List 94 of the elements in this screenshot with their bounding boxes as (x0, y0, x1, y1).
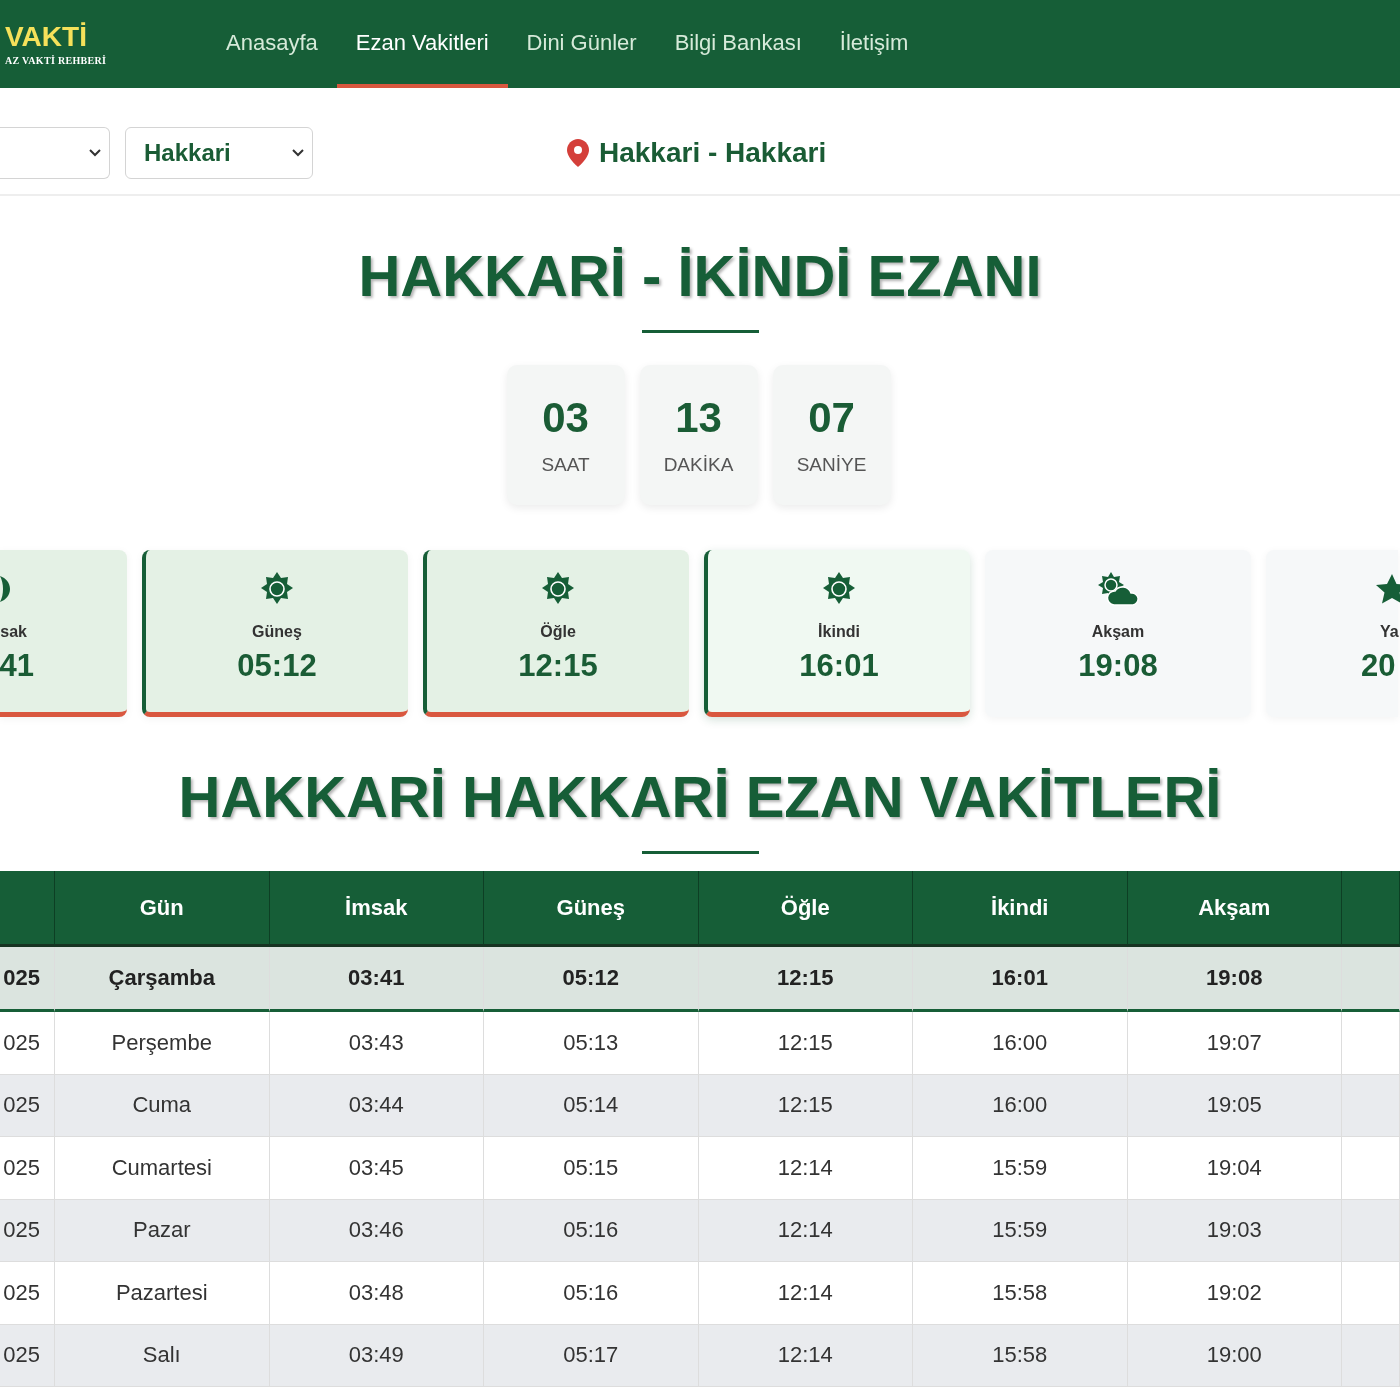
district-select[interactable]: Hakkari (125, 127, 313, 179)
prayer-time: 19:08 (1078, 648, 1158, 684)
time-cell: 15:59 (913, 1137, 1128, 1200)
column-header: Öğle (698, 871, 913, 947)
day-cell: Cuma (55, 1074, 270, 1137)
map-pin-icon (567, 139, 589, 167)
sun-icon (822, 572, 856, 606)
sun-cloud-icon (1097, 572, 1139, 606)
time-cell: 19:04 (1127, 1137, 1342, 1200)
time-cell: 05:16 (484, 1262, 699, 1325)
time-cell: 12:15 (698, 1074, 913, 1137)
time-cell: 05:15 (484, 1137, 699, 1200)
time-cell: 19:08 (1127, 947, 1342, 1012)
prayer-time: 20 (1361, 648, 1396, 684)
time-cell: 16:00 (913, 1074, 1128, 1137)
chevron-down-icon (89, 149, 101, 157)
time-cell: 03:41 (269, 947, 484, 1012)
date-cell: 025 (0, 1074, 55, 1137)
logo-title[interactable]: VAKTİ (5, 22, 87, 52)
nav-link[interactable]: İletişim (820, 2, 928, 88)
prayer-time: 12:15 (518, 648, 598, 684)
time-cell: 12:14 (698, 1324, 913, 1387)
time-cell: 05:17 (484, 1324, 699, 1387)
prayer-time: 16:01 (799, 648, 879, 684)
countdown-unit: SANİYE (796, 454, 867, 476)
time-cell: 12:15 (698, 1012, 913, 1075)
date-cell: 025 (0, 1262, 55, 1325)
countdown-value: 07 (808, 394, 855, 442)
sun-icon (260, 572, 294, 606)
prayer-name: sak (0, 622, 27, 642)
time-cell: 05:12 (484, 947, 699, 1012)
day-cell: Perşembe (55, 1012, 270, 1075)
time-cell: 19:05 (1127, 1074, 1342, 1137)
time-cell: 12:14 (698, 1199, 913, 1262)
time-cell: 19:07 (1127, 1012, 1342, 1075)
prayer-time: 41 (0, 648, 34, 684)
time-cell: 05:16 (484, 1199, 699, 1262)
day-cell: Salı (55, 1324, 270, 1387)
time-cell: 05:14 (484, 1074, 699, 1137)
prayer-name: Öğle (540, 622, 576, 642)
star-icon (1376, 574, 1400, 604)
time-cell: 16:00 (913, 1012, 1128, 1075)
date-cell: 025 (0, 1324, 55, 1387)
countdown-title: HAKKARİ - İKİNDİ EZANI (357, 242, 1043, 310)
prayer-name: İkindi (818, 622, 860, 642)
date-cell: 025 (0, 1199, 55, 1262)
crescent-moon-icon (0, 574, 10, 604)
logo-subtitle: AZ VAKTİ REHBERİ (5, 55, 107, 66)
date-cell: 025 (0, 947, 55, 1012)
time-cell: 12:14 (698, 1262, 913, 1325)
day-cell: Çarşamba (55, 947, 270, 1012)
time-cell: 03:46 (269, 1199, 484, 1262)
time-cell: 15:59 (913, 1199, 1128, 1262)
prayer-name: Ya (1380, 622, 1399, 642)
nav-link[interactable]: Dini Günler (507, 2, 656, 88)
column-header: Akşam (1127, 871, 1342, 947)
time-cell: 05:13 (484, 1012, 699, 1075)
time-cell: 16:01 (913, 947, 1128, 1012)
time-cell: 03:45 (269, 1137, 484, 1200)
time-cell: 19:03 (1127, 1199, 1342, 1262)
day-cell: Cumartesi (55, 1137, 270, 1200)
time-cell: 12:15 (698, 947, 913, 1012)
time-cell: 15:58 (913, 1262, 1128, 1325)
time-cell: 03:43 (269, 1012, 484, 1075)
countdown-value: 13 (675, 394, 722, 442)
countdown-unit: SAAT (541, 454, 590, 476)
time-cell: 03:44 (269, 1074, 484, 1137)
column-header: Gün (55, 871, 270, 947)
sun-icon (541, 572, 575, 606)
province-select[interactable] (0, 127, 110, 179)
column-header: İkindi (913, 871, 1128, 947)
location-title: Hakkari - Hakkari (599, 137, 827, 169)
time-cell: 12:14 (698, 1137, 913, 1200)
time-cell: 03:49 (269, 1324, 484, 1387)
nav-link[interactable]: Ezan Vakitleri (336, 2, 508, 88)
nav-link[interactable]: Bilgi Bankası (655, 2, 821, 88)
date-cell: 025 (0, 1012, 55, 1075)
day-cell: Pazartesi (55, 1262, 270, 1325)
time-cell: 03:48 (269, 1262, 484, 1325)
countdown-value: 03 (542, 394, 589, 442)
nav-link[interactable]: Anasayfa (207, 2, 337, 88)
chevron-down-icon (292, 149, 304, 157)
prayer-name: Akşam (1091, 622, 1145, 642)
table-title: HAKKARİ HAKKARİ EZAN VAKİTLERİ (177, 763, 1223, 831)
column-header: İmsak (269, 871, 484, 947)
prayer-time: 05:12 (237, 648, 317, 684)
prayer-name: Güneş (252, 622, 302, 642)
day-cell: Pazar (55, 1199, 270, 1262)
column-header: Güneş (484, 871, 699, 947)
time-cell: 19:00 (1127, 1324, 1342, 1387)
time-cell: 15:58 (913, 1324, 1128, 1387)
date-cell: 025 (0, 1137, 55, 1200)
countdown-unit: DAKİKA (663, 454, 734, 476)
time-cell: 19:02 (1127, 1262, 1342, 1325)
